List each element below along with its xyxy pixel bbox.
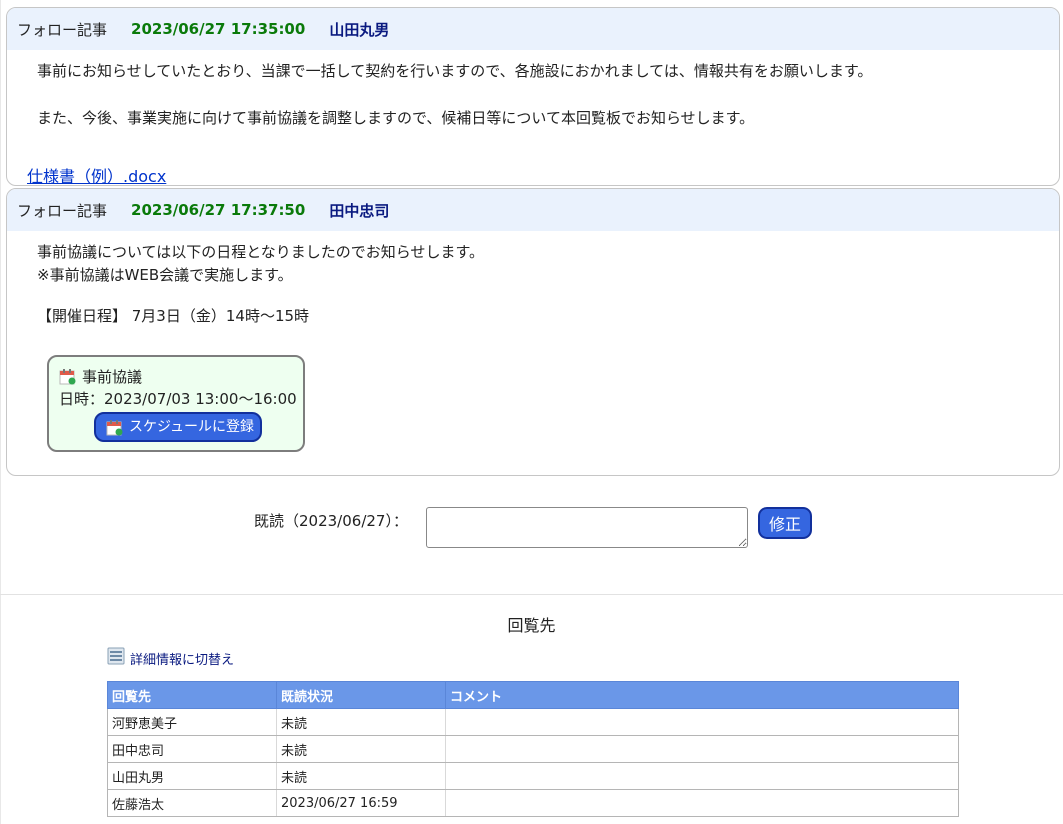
event-title: 事前協議 — [82, 368, 143, 386]
recipient-comment — [445, 762, 959, 790]
recipient-comment — [445, 735, 959, 763]
post-header: フォロー記事 2023/06/27 17:37:50 田中忠司 — [7, 189, 1059, 231]
attachment-link[interactable]: 仕様書（例）.docx — [27, 163, 166, 185]
read-state: 2023/06/27 16:59 — [276, 789, 446, 817]
post-body: 事前協議については以下の日程となりましたのでお知らせします。 ※事前協議はWEB… — [7, 231, 1059, 328]
list-detail-icon — [107, 647, 125, 669]
recipient-name: 田中忠司 — [107, 735, 277, 763]
recipient-name: 河野恵美子 — [107, 708, 277, 736]
table-header-row: 回覧先 既読状況 コメント — [107, 681, 959, 709]
post-line: 事前協議については以下の日程となりましたのでお知らせします。 — [37, 243, 485, 261]
event-datetime: 日時：2023/07/03 13:00～16:00 — [59, 390, 297, 408]
read-status-row: 既読（2023/06/27）： 修正 — [0, 506, 1063, 550]
recipients-table: 回覧先 既読状況 コメント 河野恵美子 未読 田中忠司 未読 山田丸男 未読 佐… — [107, 681, 959, 817]
comment-input[interactable] — [426, 507, 748, 548]
recipient-comment — [445, 789, 959, 817]
edit-button[interactable]: 修正 — [758, 507, 812, 539]
event-card: 事前協議 日時：2023/07/03 13:00～16:00 スケジュールに登録 — [47, 355, 305, 452]
register-schedule-label: スケジュールに登録 — [129, 419, 255, 435]
post-body: 事前にお知らせしていたとおり、当課で一括して契約を行いますので、各施設におかれま… — [7, 50, 1059, 130]
post-datetime: 2023/06/27 17:35:00 — [131, 20, 306, 38]
table-row: 山田丸男 未読 — [107, 762, 959, 790]
divider — [0, 594, 1063, 595]
post-type: フォロー記事 — [17, 201, 108, 220]
recipient-comment — [445, 708, 959, 736]
follow-post-1: フォロー記事 2023/06/27 17:35:00 山田丸男 事前にお知らせし… — [6, 7, 1060, 186]
read-state: 未読 — [276, 708, 446, 736]
read-state: 未読 — [276, 735, 446, 763]
recipient-name: 山田丸男 — [107, 762, 277, 790]
post-author: 田中忠司 — [329, 201, 390, 220]
left-border — [0, 0, 1, 824]
calendar-icon — [106, 419, 123, 436]
follow-post-2: フォロー記事 2023/06/27 17:37:50 田中忠司 事前協議について… — [6, 188, 1060, 476]
switch-detail-label: 詳細情報に切替え — [130, 652, 235, 668]
post-paragraph: 事前にお知らせしていたとおり、当課で一括して契約を行いますので、各施設におかれま… — [37, 62, 873, 80]
switch-detail-link[interactable]: 詳細情報に切替え — [107, 647, 234, 669]
calendar-icon — [59, 368, 76, 385]
post-paragraph: また、今後、事業実施に向けて事前協議を調整しますので、候補日等について本回覧板で… — [37, 109, 755, 127]
post-header: フォロー記事 2023/06/27 17:35:00 山田丸男 — [7, 8, 1059, 50]
recipient-name: 佐藤浩太 — [107, 789, 277, 817]
read-state: 未読 — [276, 762, 446, 790]
post-line: ※事前協議はWEB会議で実施します。 — [37, 266, 293, 284]
table-row: 田中忠司 未読 — [107, 735, 959, 763]
column-header: 回覧先 — [107, 681, 277, 709]
post-author: 山田丸男 — [329, 20, 390, 39]
post-datetime: 2023/06/27 17:37:50 — [131, 201, 306, 219]
post-type: フォロー記事 — [17, 20, 108, 39]
register-schedule-button[interactable]: スケジュールに登録 — [94, 412, 262, 442]
column-header: 既読状況 — [276, 681, 446, 709]
read-status-label: 既読（2023/06/27）： — [254, 512, 408, 530]
table-row: 河野恵美子 未読 — [107, 708, 959, 736]
table-row: 佐藤浩太 2023/06/27 16:59 — [107, 789, 959, 817]
schedule-line: 【開催日程】 7月3日（金）14時～15時 — [37, 307, 310, 325]
column-header: コメント — [445, 681, 959, 709]
recipients-title: 回覧先 — [507, 616, 556, 635]
